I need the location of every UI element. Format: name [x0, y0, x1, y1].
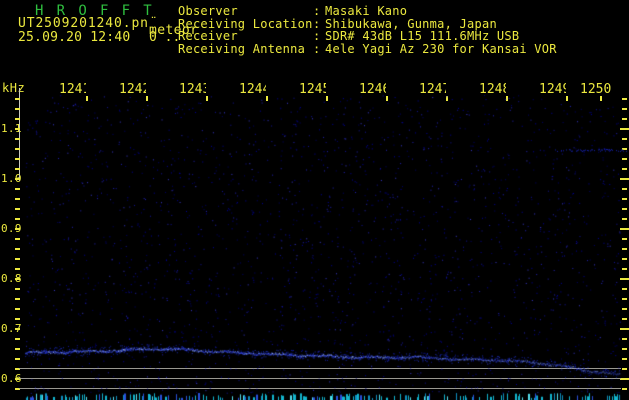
- hrofft-output-screen: H R O F F T UT2509201240.pn meteor 25.09…: [0, 0, 629, 400]
- spectrogram-canvas: [0, 0, 629, 400]
